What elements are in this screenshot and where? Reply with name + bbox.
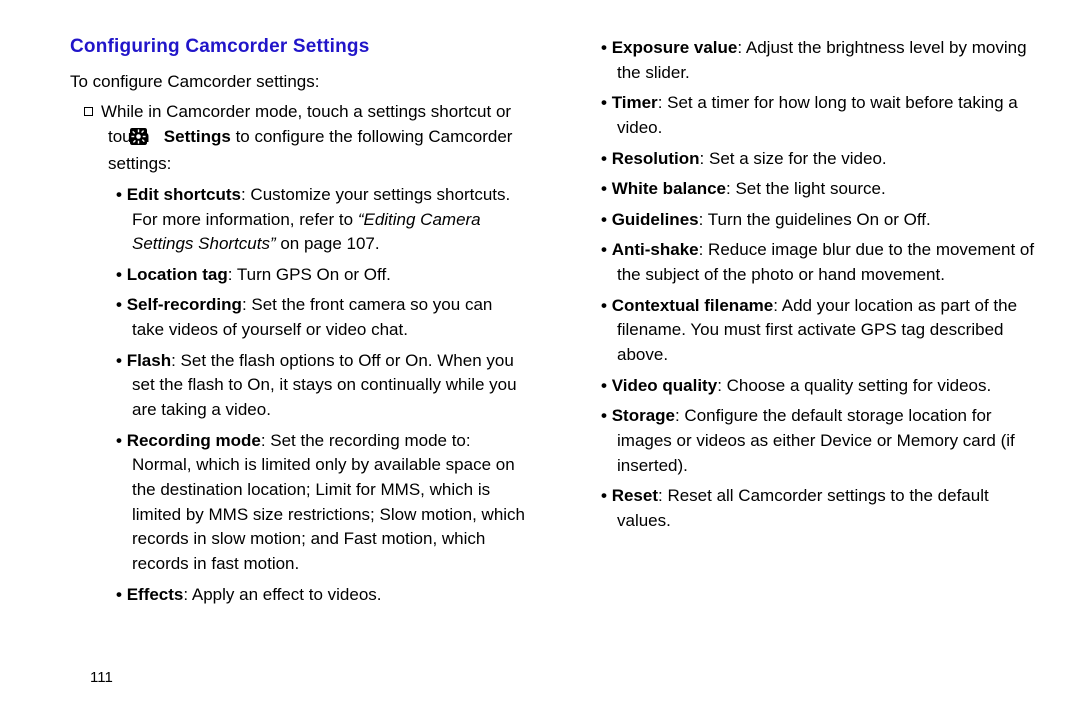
section-title: Configuring Camcorder Settings: [70, 36, 529, 58]
setting-term: White balance: [612, 179, 726, 198]
list-item: Edit shortcuts: Customize your settings …: [116, 183, 529, 257]
setting-term: Edit shortcuts: [127, 185, 241, 204]
list-item: Storage: Configure the default storage l…: [601, 404, 1038, 478]
left-column: Configuring Camcorder Settings To config…: [70, 36, 529, 696]
setting-body: : Reset all Camcorder settings to the de…: [617, 486, 989, 530]
list-item: Video quality: Choose a quality setting …: [601, 374, 1038, 399]
setting-term: Contextual filename: [612, 296, 774, 315]
setting-body: : Set a timer for how long to wait befor…: [617, 93, 1018, 137]
list-item: Effects: Apply an effect to videos.: [116, 583, 529, 608]
setting-term: Timer: [612, 93, 658, 112]
list-item: Location tag: Turn GPS On or Off.: [116, 263, 529, 288]
manual-page: Configuring Camcorder Settings To config…: [0, 0, 1080, 720]
setting-term: Recording mode: [127, 431, 261, 450]
setting-body: : Apply an effect to videos.: [183, 585, 381, 604]
setting-term: Storage: [612, 406, 675, 425]
setting-term: Guidelines: [612, 210, 699, 229]
list-item: Self-recording: Set the front camera so …: [116, 293, 529, 342]
setting-body: : Set the recording mode to: Normal, whi…: [132, 431, 525, 573]
setting-term: Self-recording: [127, 295, 242, 314]
list-item: Exposure value: Adjust the brightness le…: [601, 36, 1038, 85]
setting-term: Exposure value: [612, 38, 738, 57]
setting-term: Effects: [127, 585, 184, 604]
square-bullet-icon: [84, 107, 93, 116]
setting-term: Resolution: [612, 149, 700, 168]
list-item: Anti-shake: Reduce image blur due to the…: [601, 238, 1038, 287]
setting-body: : Configure the default storage location…: [617, 406, 1015, 474]
setting-body: : Turn GPS On or Off.: [228, 265, 391, 284]
setting-body: : Set the light source.: [726, 179, 886, 198]
list-item: Contextual filename: Add your location a…: [601, 294, 1038, 368]
list-item: Timer: Set a timer for how long to wait …: [601, 91, 1038, 140]
step-line: While in Camcorder mode, touch a setting…: [78, 100, 529, 177]
step-bold: Settings: [159, 127, 231, 146]
list-item: Resolution: Set a size for the video.: [601, 147, 1038, 172]
setting-term: Flash: [127, 351, 171, 370]
list-item: Guidelines: Turn the guidelines On or Of…: [601, 208, 1038, 233]
setting-body: : Set a size for the video.: [700, 149, 887, 168]
setting-term: Anti-shake: [612, 240, 699, 259]
list-item: Flash: Set the flash options to Off or O…: [116, 349, 529, 423]
list-item: Reset: Reset all Camcorder settings to t…: [601, 484, 1038, 533]
list-item: White balance: Set the light source.: [601, 177, 1038, 202]
setting-body-post: on page 107.: [276, 234, 380, 253]
setting-body: : Set the flash options to Off or On. Wh…: [132, 351, 517, 419]
setting-term: Location tag: [127, 265, 228, 284]
setting-body: : Choose a quality setting for videos.: [717, 376, 991, 395]
settings-list-left: Edit shortcuts: Customize your settings …: [70, 183, 529, 607]
setting-term: Reset: [612, 486, 658, 505]
setting-term: Video quality: [612, 376, 718, 395]
intro-text: To configure Camcorder settings:: [70, 72, 529, 92]
setting-body: : Turn the guidelines On or Off.: [699, 210, 931, 229]
settings-list-right: Exposure value: Adjust the brightness le…: [579, 36, 1038, 534]
list-item: Recording mode: Set the recording mode t…: [116, 429, 529, 577]
right-column: Exposure value: Adjust the brightness le…: [579, 36, 1038, 696]
page-number: 111: [90, 669, 113, 686]
